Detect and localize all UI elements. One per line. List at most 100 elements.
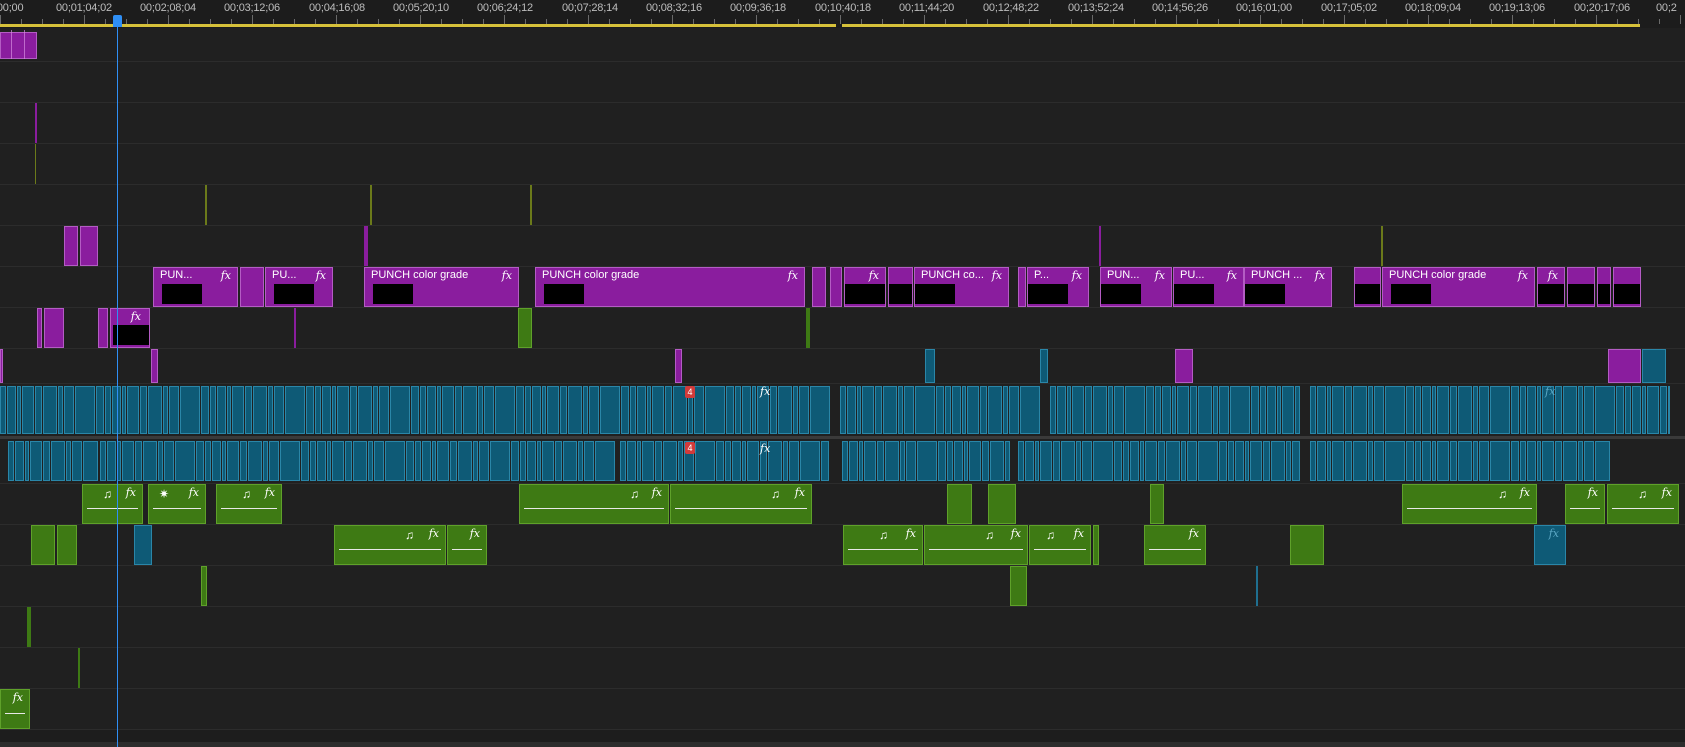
video-clip[interactable] [280,441,300,481]
video-clip[interactable] [1385,441,1405,481]
video-clip[interactable] [96,386,104,434]
video-clip[interactable] [627,441,636,481]
adjustment-clip-punch[interactable]: PUN... fx [153,267,238,307]
video-clip[interactable] [268,386,273,434]
video-clip[interactable] [726,386,734,434]
video-clip[interactable] [158,441,163,481]
fx-badge[interactable]: fx [131,310,141,323]
music-clip[interactable]: ♫ fx [519,484,669,524]
video-clip[interactable] [51,441,65,481]
video-clip[interactable] [495,386,515,434]
video-clip[interactable] [263,441,268,481]
video-clip[interactable] [1432,386,1436,434]
video-clip[interactable] [1345,386,1352,434]
video-clip[interactable] [105,386,111,434]
video-clip[interactable] [915,386,935,434]
video-clip[interactable] [1625,386,1631,434]
video-clip[interactable] [1479,441,1489,481]
video-clip[interactable] [542,441,554,481]
video-clip[interactable] [1406,386,1414,434]
video-clip[interactable] [1018,441,1024,481]
video-clip[interactable] [1537,386,1541,434]
video-clip[interactable] [695,441,715,481]
time-ruler[interactable]: ;00;00 00;01;04;02 00;02;08;04 00;03;12;… [0,0,1685,28]
video-clip[interactable] [1040,441,1052,481]
video-clip[interactable] [1374,386,1384,434]
video-clip[interactable] [196,441,204,481]
video-clip[interactable] [799,386,809,434]
fx-badge[interactable]: fx [189,486,199,499]
fx-badge[interactable]: fx [788,269,798,282]
video-clip[interactable] [458,441,472,481]
video-clip[interactable] [857,386,861,434]
video-clip[interactable] [527,441,536,481]
music-clip[interactable]: ✷ fx [148,484,206,524]
music-clip[interactable] [988,484,1016,524]
work-area-bar[interactable] [842,24,1640,27]
audio-track-a3[interactable]: ♫ fx fx ♫ fx ♫ fx ♫ fx fx fx [0,525,1685,566]
video-clip[interactable] [1072,386,1084,434]
video-clip[interactable] [379,386,389,434]
video-clip[interactable] [1177,386,1189,434]
video-clip[interactable] [936,386,944,434]
video-clip[interactable] [1520,441,1526,481]
audio-clip[interactable] [57,525,77,565]
video-clip[interactable] [58,386,63,434]
video-clip[interactable] [1490,441,1510,481]
fx-badge[interactable]: fx [1520,486,1530,499]
video-clip[interactable] [725,441,731,481]
adjustment-clip-punch[interactable]: PU... fx [265,267,333,307]
video-clip[interactable] [100,441,106,481]
video-clip[interactable] [327,441,331,481]
marker-icon[interactable]: 4 [685,442,695,454]
video-clip[interactable] [107,441,116,481]
video-clip[interactable] [1082,441,1092,481]
video-clip[interactable] [415,441,421,481]
video-clip[interactable] [373,386,378,434]
video-clip[interactable] [245,386,252,434]
video-clip[interactable] [584,441,594,481]
adjustment-clip[interactable] [1175,349,1193,383]
adjustment-clip[interactable] [44,308,64,348]
video-clip[interactable] [806,308,810,348]
video-clip[interactable] [663,441,677,481]
fx-badge[interactable]: fx [1189,527,1199,540]
video-clip[interactable] [1172,386,1176,434]
video-clip[interactable] [1527,386,1536,434]
fx-badge[interactable]: fx [1588,486,1598,499]
adjustment-clip-punch[interactable]: PUNCH color grade fx [535,267,805,307]
playhead-handle[interactable] [113,15,122,27]
fx-badge[interactable]: fx [265,486,275,499]
video-clip[interactable] [205,185,207,225]
video-clip[interactable] [1332,441,1344,481]
video-clip[interactable] [883,386,897,434]
video-clip[interactable] [1020,386,1040,434]
video-clip[interactable] [694,386,704,434]
video-track-v2[interactable] [0,349,1685,384]
video-clip[interactable] [1235,441,1244,481]
video-clip[interactable] [1660,386,1667,434]
video-clip[interactable] [222,441,226,481]
video-clip[interactable] [1584,386,1594,434]
video-clip[interactable] [1353,441,1367,481]
video-clip[interactable] [180,386,200,434]
adjustment-clip[interactable] [35,103,37,143]
video-clip[interactable] [1668,386,1670,434]
video-clip[interactable] [1219,441,1227,481]
video-clip[interactable] [1251,386,1259,434]
fx-badge[interactable]: fx [992,269,1002,282]
audio-track-a6[interactable] [0,648,1685,689]
video-clip[interactable] [1286,441,1291,481]
video-clip[interactable] [1520,386,1526,434]
video-clip[interactable] [1050,386,1056,434]
video-clip[interactable] [1327,386,1331,434]
video-clip[interactable] [1228,441,1234,481]
fx-badge[interactable]: fx [1227,269,1237,282]
adjustment-clip[interactable] [1099,226,1101,266]
video-clip[interactable] [1479,386,1489,434]
audio-track-a1[interactable]: 4 fx [0,439,1685,484]
video-clip[interactable] [620,441,626,481]
video-clip[interactable] [904,386,914,434]
adjustment-clip[interactable] [1018,267,1026,307]
adjustment-clip[interactable] [1608,349,1641,383]
